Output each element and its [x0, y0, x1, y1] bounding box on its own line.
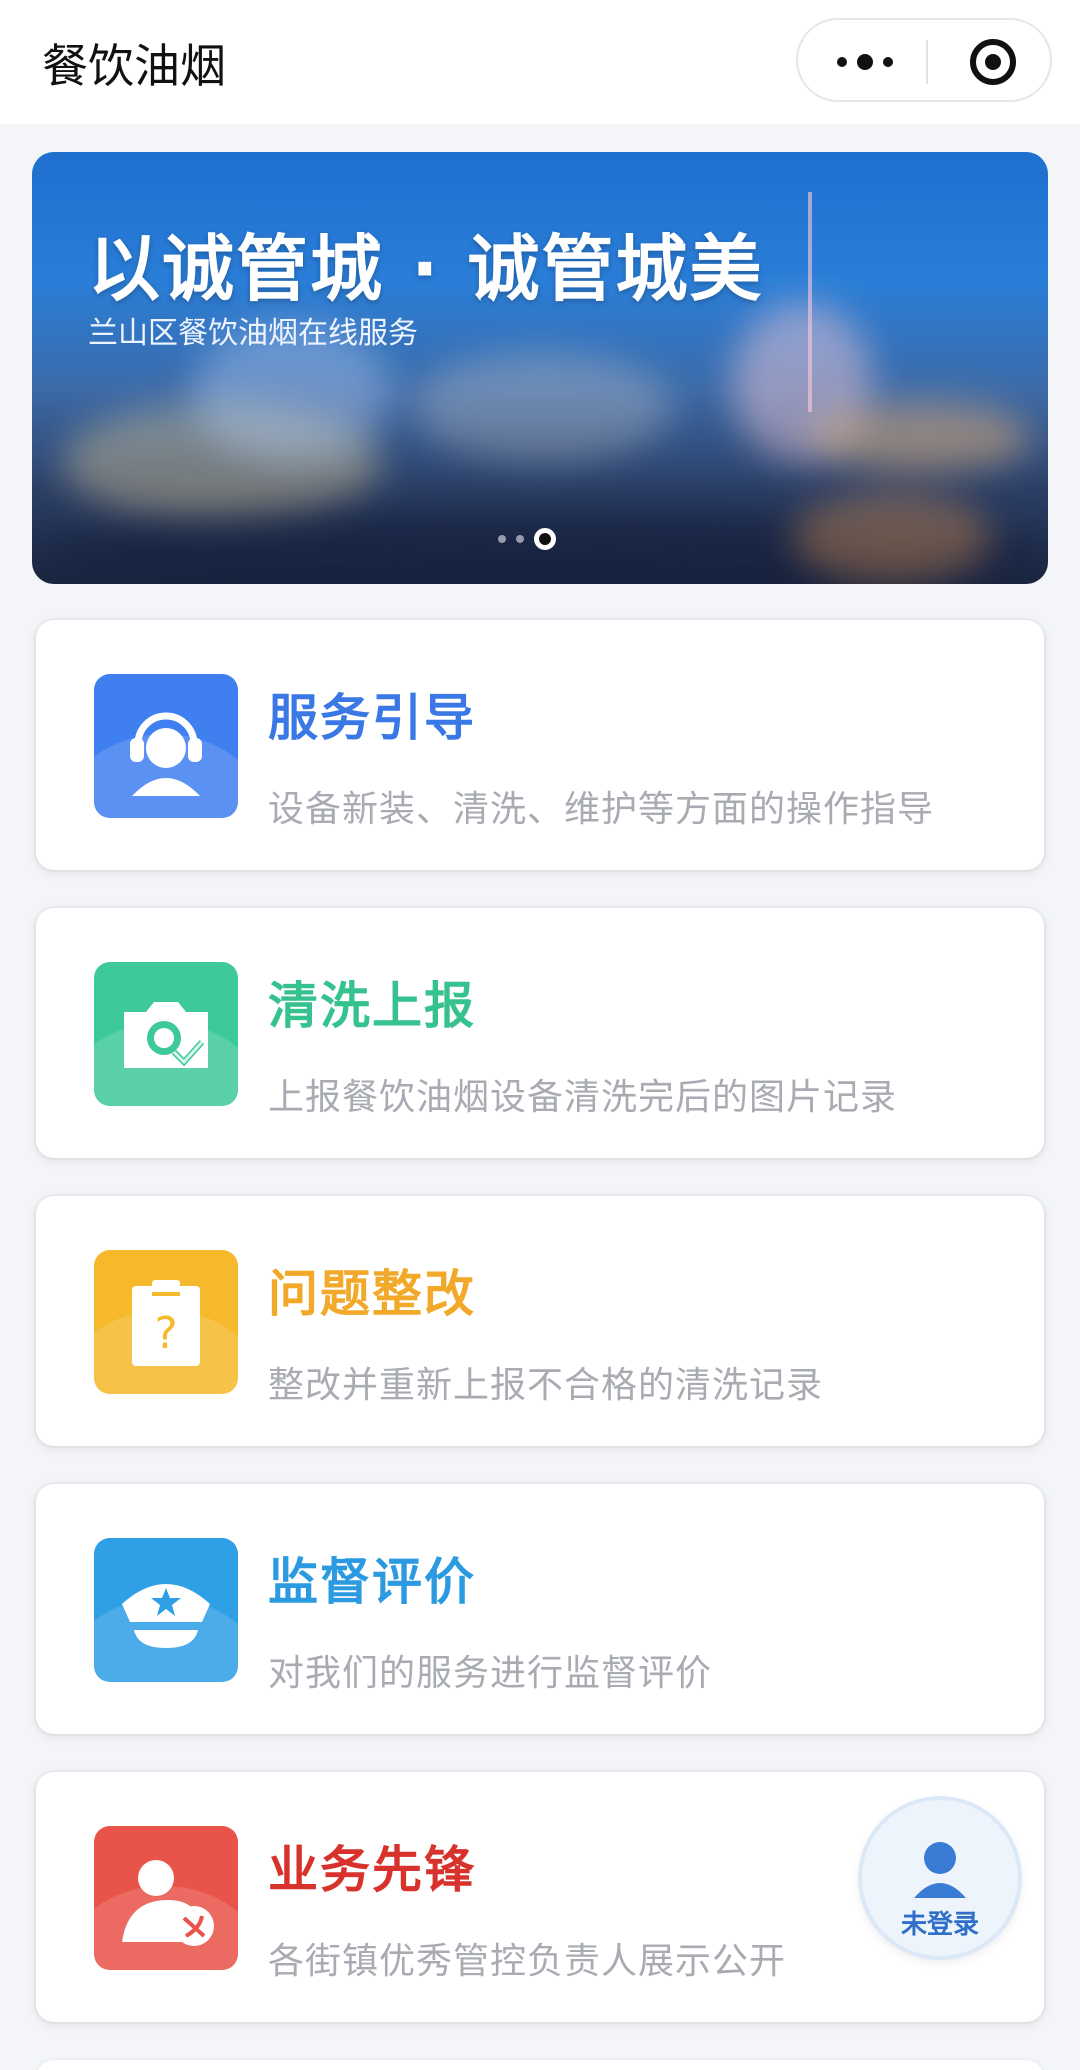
card-title: 监督评价 [268, 1553, 476, 1611]
page-title: 餐饮油烟 [42, 39, 226, 93]
carousel-dot[interactable] [498, 535, 506, 543]
tower-light [808, 192, 812, 412]
more-dots-icon[interactable] [808, 20, 922, 104]
banner-subtitle: 兰山区餐饮油烟在线服务 [88, 316, 418, 351]
card-desc: 上报餐饮油烟设备清洗完后的图片记录 [268, 1077, 898, 1118]
card-service-guide[interactable]: 服务引导 设备新装、清洗、维护等方面的操作指导 [36, 620, 1044, 870]
card-supervision-evaluation[interactable]: 监督评价 对我们的服务进行监督评价 [36, 1484, 1044, 1734]
page: 餐饮油烟 以诚管城 · 诚管城美 兰山区餐饮油烟在线服务 服务引导 设备新装、清… [0, 0, 1080, 2070]
carousel-dot-active[interactable] [534, 528, 556, 550]
mini-program-header: 餐饮油烟 [0, 0, 1080, 124]
camera-check-icon [94, 962, 238, 1106]
police-cap-icon [94, 1538, 238, 1682]
login-button[interactable]: 未登录 [862, 1800, 1018, 1956]
card-partial[interactable] [36, 2060, 1044, 2070]
headset-agent-icon [94, 674, 238, 818]
card-desc: 设备新装、清洗、维护等方面的操作指导 [268, 789, 935, 830]
card-desc: 对我们的服务进行监督评价 [268, 1653, 713, 1694]
banner-carousel[interactable]: 以诚管城 · 诚管城美 兰山区餐饮油烟在线服务 [32, 152, 1048, 584]
pioneer-person-icon [94, 1826, 238, 1970]
card-title: 服务引导 [268, 689, 476, 747]
card-title: 问题整改 [268, 1265, 476, 1323]
carousel-dot[interactable] [516, 535, 524, 543]
card-desc: 各街镇优秀管控负责人展示公开 [268, 1941, 787, 1982]
capsule-menu [796, 18, 1052, 102]
capsule-divider [926, 40, 928, 84]
banner-title: 以诚管城 · 诚管城美 [88, 227, 764, 311]
clipboard-question-icon: ? [94, 1250, 238, 1394]
card-title: 业务先锋 [268, 1841, 476, 1899]
card-cleaning-report[interactable]: 清洗上报 上报餐饮油烟设备清洗完后的图片记录 [36, 908, 1044, 1158]
card-title: 清洗上报 [268, 977, 476, 1035]
card-desc: 整改并重新上报不合格的清洗记录 [268, 1365, 824, 1406]
target-close-icon[interactable] [938, 20, 1048, 104]
login-label: 未登录 [900, 1910, 979, 1940]
card-problem-rectification[interactable]: ? 问题整改 整改并重新上报不合格的清洗记录 [36, 1196, 1044, 1446]
svg-text:?: ? [154, 1308, 177, 1359]
carousel-indicator [498, 528, 556, 550]
